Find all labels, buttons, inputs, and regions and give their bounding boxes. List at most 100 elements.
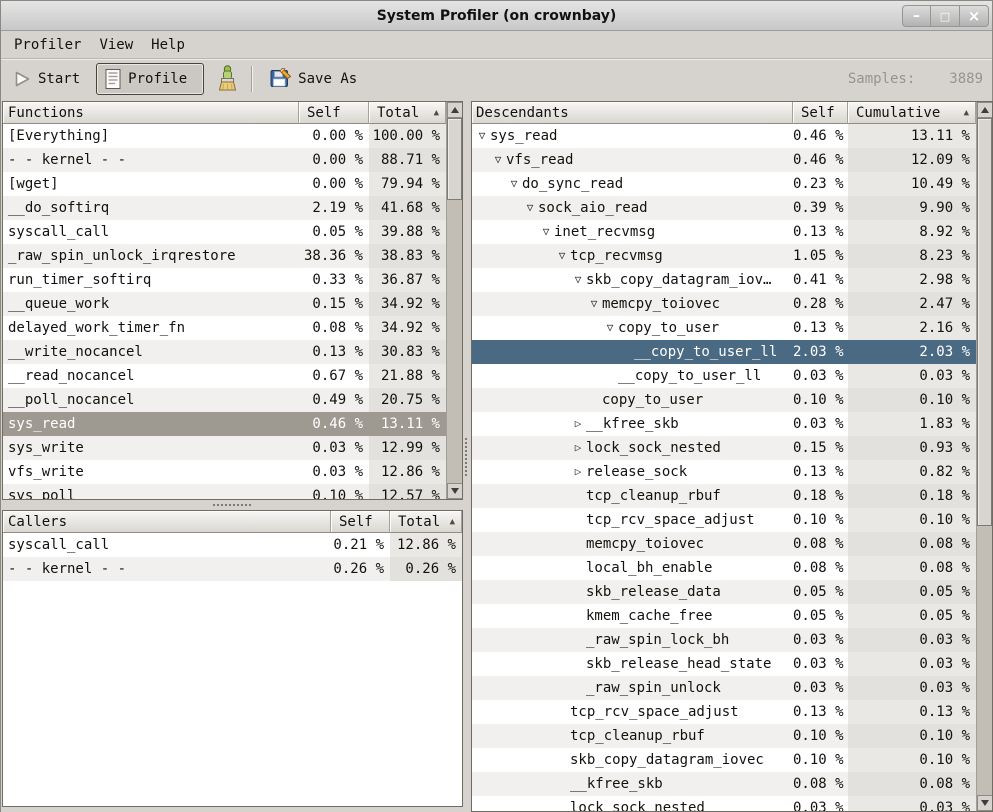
descendant-row[interactable]: __copy_to_user_ll2.03 %2.03 % [472, 340, 992, 364]
descendant-row[interactable]: tcp_cleanup_rbuf0.10 %0.10 % [472, 724, 992, 748]
descendants-column-header[interactable]: Descendants [472, 102, 793, 124]
descendant-row[interactable]: ▽copy_to_user0.13 %2.16 % [472, 316, 992, 340]
expander-open-icon[interactable]: ▽ [602, 316, 618, 340]
functions-self-column-header[interactable]: Self [299, 102, 369, 124]
close-button[interactable]: × [960, 5, 989, 27]
caller-row[interactable]: - - kernel - -0.26 %0.26 % [3, 557, 462, 581]
save-as-button[interactable]: Save As [262, 64, 365, 93]
maximize-button[interactable]: □ [931, 5, 960, 27]
descendant-row[interactable]: ▽sys_read0.46 %13.11 % [472, 124, 992, 148]
start-button[interactable]: Start [5, 66, 88, 92]
scroll-up-button[interactable] [447, 102, 463, 118]
expander-open-icon[interactable]: ▽ [586, 292, 602, 316]
function-row-self: 0.49 % [299, 388, 369, 412]
function-row-self: 0.67 % [299, 364, 369, 388]
descendants-cumulative-column-header[interactable]: Cumulative ▲ [848, 102, 976, 124]
descendants-self-column-header[interactable]: Self [793, 102, 848, 124]
caller-row[interactable]: syscall_call0.21 %12.86 % [3, 533, 462, 557]
function-row[interactable]: sys_read0.46 %13.11 % [3, 412, 462, 436]
descendant-row[interactable]: tcp_rcv_space_adjust0.10 %0.10 % [472, 508, 992, 532]
descendant-row[interactable]: skb_release_data0.05 %0.05 % [472, 580, 992, 604]
function-row[interactable]: __poll_nocancel0.49 %20.75 % [3, 388, 462, 412]
vertical-pane-splitter-grip[interactable] [213, 504, 251, 506]
horizontal-pane-splitter-grip[interactable] [465, 438, 467, 476]
expander-open-icon[interactable]: ▽ [490, 148, 506, 172]
function-row[interactable]: __read_nocancel0.67 %21.88 % [3, 364, 462, 388]
descendant-row[interactable]: __kfree_skb0.08 %0.08 % [472, 772, 992, 796]
callers-column-header[interactable]: Callers [3, 511, 331, 533]
function-row[interactable]: vfs_write0.03 %12.86 % [3, 460, 462, 484]
scroll-down-button[interactable] [977, 795, 993, 811]
scrollbar-thumb[interactable] [447, 118, 462, 200]
expander-open-icon[interactable]: ▽ [474, 124, 490, 148]
descendant-function-name: copy_to_user [602, 388, 703, 412]
descendant-row[interactable]: copy_to_user0.10 %0.10 % [472, 388, 992, 412]
descendant-row-self: 1.05 % [793, 244, 848, 268]
descendant-row[interactable]: tcp_rcv_space_adjust0.13 %0.13 % [472, 700, 992, 724]
scrollbar-thumb[interactable] [977, 118, 992, 526]
function-row-name: vfs_write [3, 460, 299, 484]
functions-scrollbar[interactable] [446, 102, 462, 499]
descendant-row[interactable]: ▷__kfree_skb0.03 %1.83 % [472, 412, 992, 436]
menu-item-profiler[interactable]: Profiler [5, 34, 90, 56]
scroll-up-button[interactable] [977, 102, 993, 118]
descendant-row-self: 0.13 % [793, 316, 848, 340]
function-row-self: 0.46 % [299, 412, 369, 436]
descendant-row[interactable]: ▽inet_recvmsg0.13 %8.92 % [472, 220, 992, 244]
descendant-row[interactable]: ▽tcp_recvmsg1.05 %8.23 % [472, 244, 992, 268]
function-row[interactable]: [wget]0.00 %79.94 % [3, 172, 462, 196]
function-row[interactable]: __queue_work0.15 %34.92 % [3, 292, 462, 316]
expander-open-icon[interactable]: ▽ [570, 268, 586, 292]
descendants-panel: Descendants Self Cumulative ▲ ▽sys_read0… [471, 101, 993, 812]
expander-closed-icon[interactable]: ▷ [570, 412, 586, 436]
function-row[interactable]: _raw_spin_unlock_irqrestore38.36 %38.83 … [3, 244, 462, 268]
descendant-row[interactable]: _raw_spin_lock_bh0.03 %0.03 % [472, 628, 992, 652]
descendant-row[interactable]: ▷lock_sock_nested0.15 %0.93 % [472, 436, 992, 460]
expander-open-icon[interactable]: ▽ [554, 244, 570, 268]
function-row[interactable]: delayed_work_timer_fn0.08 %34.92 % [3, 316, 462, 340]
function-row[interactable]: __write_nocancel0.13 %30.83 % [3, 340, 462, 364]
descendant-row[interactable]: ▽skb_copy_datagram_iov…0.41 %2.98 % [472, 268, 992, 292]
descendant-row-self: 0.03 % [793, 364, 848, 388]
minimize-button[interactable]: – [902, 5, 931, 27]
titlebar[interactable]: System Profiler (on crownbay) – □ × [1, 1, 992, 31]
descendant-row-name: __copy_to_user_ll [472, 364, 793, 388]
function-row[interactable]: syscall_call0.05 %39.88 % [3, 220, 462, 244]
function-row[interactable]: __do_softirq2.19 %41.68 % [3, 196, 462, 220]
descendant-row[interactable]: lock_sock_nested0.03 %0.03 % [472, 796, 992, 811]
menu-item-help[interactable]: Help [142, 34, 194, 56]
expander-open-icon[interactable]: ▽ [538, 220, 554, 244]
descendant-row[interactable]: local_bh_enable0.08 %0.08 % [472, 556, 992, 580]
callers-total-column-header[interactable]: Total ▲ [390, 511, 462, 533]
functions-column-header[interactable]: Functions [3, 102, 299, 124]
expander-open-icon[interactable]: ▽ [522, 196, 538, 220]
function-row-name: run_timer_softirq [3, 268, 299, 292]
functions-total-column-header[interactable]: Total ▲ [369, 102, 446, 124]
function-row[interactable]: run_timer_softirq0.33 %36.87 % [3, 268, 462, 292]
reset-button[interactable] [210, 63, 245, 94]
function-row[interactable]: sys_write0.03 %12.99 % [3, 436, 462, 460]
function-row[interactable]: sys_poll0.10 %12.57 % [3, 484, 462, 499]
descendants-scrollbar[interactable] [976, 102, 992, 811]
descendant-row[interactable]: ▽do_sync_read0.23 %10.49 % [472, 172, 992, 196]
descendant-row[interactable]: ▽sock_aio_read0.39 %9.90 % [472, 196, 992, 220]
profile-toggle-button[interactable]: Profile [96, 63, 204, 95]
descendant-row[interactable]: ▽memcpy_toiovec0.28 %2.47 % [472, 292, 992, 316]
descendant-row[interactable]: ▽vfs_read0.46 %12.09 % [472, 148, 992, 172]
callers-self-column-header[interactable]: Self [331, 511, 390, 533]
descendant-row[interactable]: __copy_to_user_ll0.03 %0.03 % [472, 364, 992, 388]
descendant-row[interactable]: ▷release_sock0.13 %0.82 % [472, 460, 992, 484]
expander-open-icon[interactable]: ▽ [506, 172, 522, 196]
menu-item-view[interactable]: View [90, 34, 142, 56]
descendant-row[interactable]: kmem_cache_free0.05 %0.05 % [472, 604, 992, 628]
descendant-row[interactable]: skb_copy_datagram_iovec0.10 %0.10 % [472, 748, 992, 772]
function-row[interactable]: [Everything]0.00 %100.00 % [3, 124, 462, 148]
descendant-row[interactable]: tcp_cleanup_rbuf0.18 %0.18 % [472, 484, 992, 508]
scroll-down-button[interactable] [447, 483, 463, 499]
descendant-row[interactable]: skb_release_head_state0.03 %0.03 % [472, 652, 992, 676]
function-row[interactable]: - - kernel - -0.00 %88.71 % [3, 148, 462, 172]
descendant-row[interactable]: _raw_spin_unlock0.03 %0.03 % [472, 676, 992, 700]
expander-closed-icon[interactable]: ▷ [570, 436, 586, 460]
descendant-row[interactable]: memcpy_toiovec0.08 %0.08 % [472, 532, 992, 556]
expander-closed-icon[interactable]: ▷ [570, 460, 586, 484]
